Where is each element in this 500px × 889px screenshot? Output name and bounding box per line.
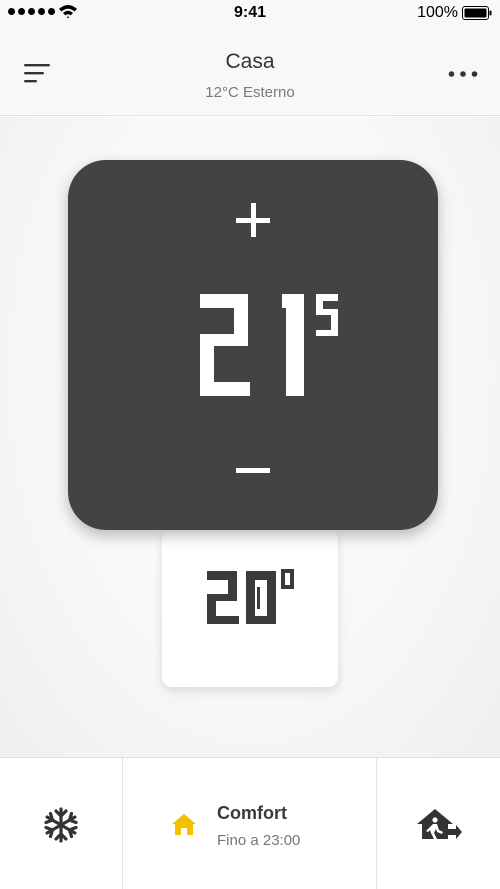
away-icon xyxy=(417,809,462,839)
more-icon xyxy=(448,71,478,77)
home-icon xyxy=(172,814,196,835)
increase-temperature-button[interactable] xyxy=(228,195,278,245)
frost-mode-button[interactable] xyxy=(0,758,123,889)
outdoor-temperature: 12°C Esterno xyxy=(205,84,295,101)
battery-percent: 100% xyxy=(417,4,458,21)
away-mode-button[interactable] xyxy=(377,758,500,889)
comfort-mode-button[interactable]: Comfort Fino a 23:00 xyxy=(123,758,377,889)
current-temperature: 20 ° xyxy=(207,567,297,629)
mode-label: Comfort xyxy=(217,803,287,823)
thermostat-head: 21 5 xyxy=(68,160,438,530)
thermostat-body: 20 ° xyxy=(162,529,338,687)
page-title: Casa xyxy=(225,50,275,73)
snowflake-icon xyxy=(44,807,78,843)
more-button[interactable] xyxy=(448,64,478,84)
mode-bar: Comfort Fino a 23:00 xyxy=(0,757,500,889)
battery-icon xyxy=(462,6,492,20)
status-bar: 9:41 100% xyxy=(0,0,500,26)
decrease-temperature-button[interactable] xyxy=(228,450,278,490)
minus-icon xyxy=(236,468,270,473)
target-temperature: 21 5 xyxy=(198,290,348,400)
mode-until: Fino a 23:00 xyxy=(217,832,301,849)
thermostat-area: 20 ° xyxy=(0,117,500,757)
app-header: Casa 12°C Esterno xyxy=(0,26,500,116)
plus-icon xyxy=(236,203,270,237)
